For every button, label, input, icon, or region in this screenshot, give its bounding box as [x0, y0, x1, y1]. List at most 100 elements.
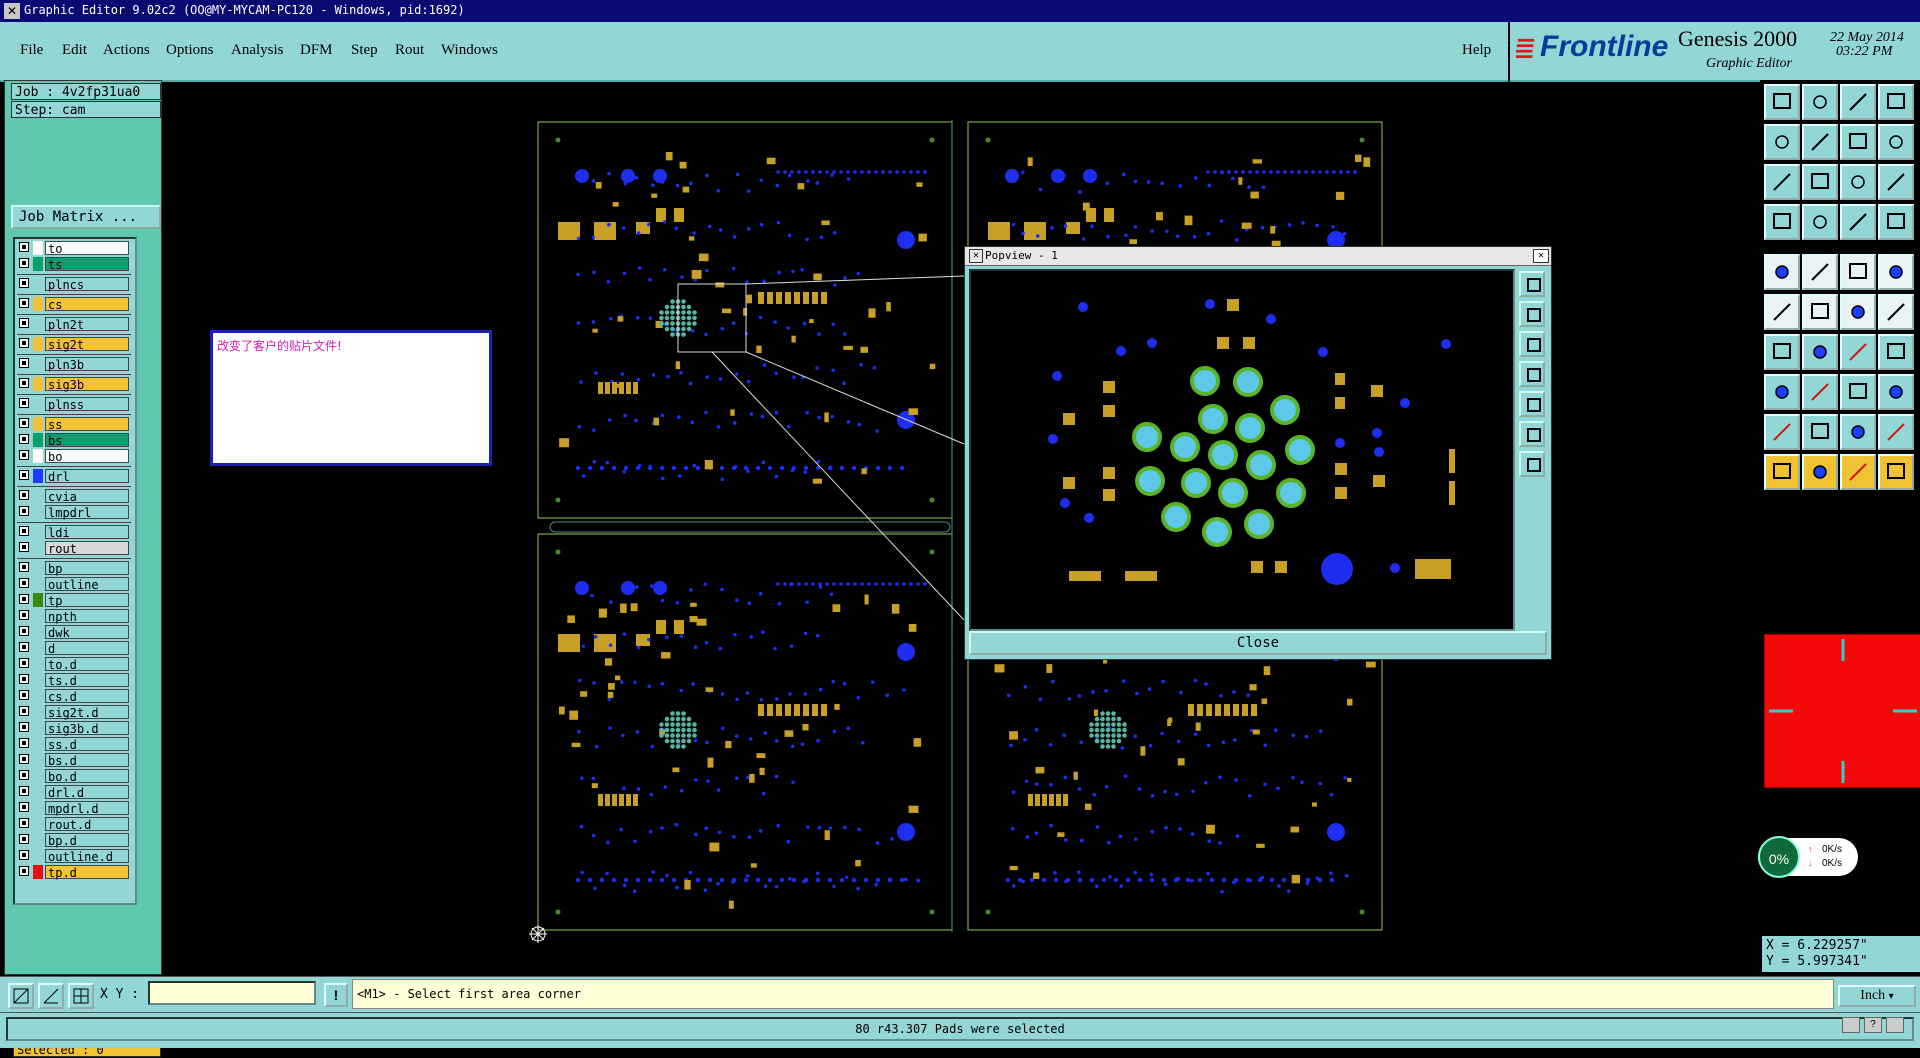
layer-row-drl-d[interactable]: drl.d [17, 785, 131, 800]
feature-icon[interactable] [1878, 374, 1914, 410]
layer-row-rout[interactable]: rout [17, 541, 131, 556]
layer-checkbox[interactable] [19, 738, 29, 748]
layer-down-icon[interactable] [1878, 204, 1914, 240]
layer-checkbox[interactable] [19, 866, 29, 876]
layer-checkbox[interactable] [19, 490, 29, 500]
layer-row-cvia[interactable]: cvia [17, 489, 131, 504]
layer-checkbox[interactable] [19, 450, 29, 460]
route-icon[interactable] [1878, 294, 1914, 330]
pointer-icon[interactable] [1764, 454, 1800, 490]
layer-row-tp[interactable]: tp [17, 593, 131, 608]
layer-checkbox[interactable] [19, 398, 29, 408]
layer-checkbox[interactable] [19, 378, 29, 388]
layer-row-cs-d[interactable]: cs.d [17, 689, 131, 704]
popview-home-icon[interactable] [1519, 421, 1545, 447]
grid-icon[interactable] [68, 983, 94, 1009]
layer-checkbox[interactable] [19, 834, 29, 844]
menu-actions[interactable]: Actions [103, 42, 150, 59]
clip-icon[interactable] [1802, 254, 1838, 290]
pen-icon[interactable] [1802, 334, 1838, 370]
popview-close-icon[interactable]: ✕ [1533, 249, 1549, 263]
layer-row-bs[interactable]: bs [17, 433, 131, 448]
layer-checkbox[interactable] [19, 818, 29, 828]
layer-row-bo[interactable]: bo [17, 449, 131, 464]
layer-checkbox[interactable] [19, 318, 29, 328]
layer-checkbox[interactable] [19, 526, 29, 536]
layer-checkbox[interactable] [19, 542, 29, 552]
layer-row-rout-d[interactable]: rout.d [17, 817, 131, 832]
layer-checkbox[interactable] [19, 298, 29, 308]
layer-row-outline-d[interactable]: outline.d [17, 849, 131, 864]
menu-file[interactable]: File [20, 42, 43, 59]
home-icon[interactable] [1840, 84, 1876, 120]
layer-checkbox[interactable] [19, 562, 29, 572]
ratio-icon[interactable] [1840, 164, 1876, 200]
layer-row-to[interactable]: to [17, 241, 131, 256]
layer-checkbox[interactable] [19, 594, 29, 604]
layer-row-bs-d[interactable]: bs.d [17, 753, 131, 768]
layer-row-bo-d[interactable]: bo.d [17, 769, 131, 784]
popview-pan-right-icon[interactable] [1519, 391, 1545, 417]
net-icon[interactable] [1764, 294, 1800, 330]
unit-selector[interactable]: Inch ▾ [1838, 985, 1916, 1007]
layer-row-sig3b[interactable]: sig3b [17, 377, 131, 392]
query-icon[interactable] [1878, 164, 1914, 200]
menu-edit[interactable]: Edit [62, 42, 87, 59]
layer-checkbox[interactable] [19, 578, 29, 588]
triangle-arrow-icon[interactable] [1802, 414, 1838, 450]
text-b-icon[interactable] [1878, 414, 1914, 450]
layer-row-tp-d[interactable]: tp.d [17, 865, 131, 880]
layer-checkbox[interactable] [19, 358, 29, 368]
layer-row-bp[interactable]: bp [17, 561, 131, 576]
zoom-left-icon[interactable] [1764, 124, 1800, 160]
pointer-move-icon[interactable] [1840, 454, 1876, 490]
layer-checkbox[interactable] [19, 258, 29, 268]
layer-row-d[interactable]: d [17, 641, 131, 656]
layer-checkbox[interactable] [19, 706, 29, 716]
layer-row-drl[interactable]: drl [17, 469, 131, 484]
popview-close-button[interactable]: Close [969, 631, 1547, 655]
layer-checkbox[interactable] [19, 470, 29, 480]
popview-canvas[interactable] [969, 269, 1515, 631]
measure-line-icon[interactable] [1802, 374, 1838, 410]
layer-checkbox[interactable] [19, 786, 29, 796]
popview-pan-left-icon[interactable] [1519, 361, 1545, 387]
center-icon[interactable] [1802, 164, 1838, 200]
text-a-icon[interactable] [1840, 414, 1876, 450]
note-box[interactable]: 改变了客户的贴片文件! [210, 330, 492, 466]
layer-row-pln3b[interactable]: pln3b [17, 357, 131, 372]
snap-icon[interactable] [8, 983, 34, 1009]
dimension-icon[interactable] [1840, 374, 1876, 410]
layer-row-sig2t-d[interactable]: sig2t.d [17, 705, 131, 720]
pointer-route-icon[interactable] [1878, 454, 1914, 490]
layer-row-ts[interactable]: ts [17, 257, 131, 272]
layer-row-bp-d[interactable]: bp.d [17, 833, 131, 848]
menu-step[interactable]: Step [351, 42, 378, 59]
layer-checkbox[interactable] [19, 610, 29, 620]
popview-title-bar[interactable]: ✕ Popview - 1 ✕ [965, 247, 1551, 266]
pad-icon[interactable] [1764, 374, 1800, 410]
menu-rout[interactable]: Rout [395, 42, 424, 59]
link-icon[interactable] [1840, 294, 1876, 330]
popview-zoom-in-icon[interactable] [1519, 301, 1545, 327]
zoom-right-icon[interactable] [1802, 124, 1838, 160]
help-icon[interactable]: ? [1864, 1017, 1882, 1033]
layer-checkbox[interactable] [19, 674, 29, 684]
fit-icon[interactable] [1764, 164, 1800, 200]
delete-icon[interactable] [1802, 294, 1838, 330]
layer-row-npth[interactable]: npth [17, 609, 131, 624]
menu-windows[interactable]: Windows [441, 42, 498, 59]
settings-icon[interactable] [1886, 1017, 1904, 1033]
job-matrix-button[interactable]: Job Matrix ... [11, 205, 161, 229]
mirror-icon[interactable] [1878, 124, 1914, 160]
layer-row-ss[interactable]: ss [17, 417, 131, 432]
layer-row-plnss[interactable]: plnss [17, 397, 131, 412]
popview-menu-icon[interactable]: ✕ [969, 249, 983, 263]
layer-checkbox[interactable] [19, 690, 29, 700]
step-back-icon[interactable] [1802, 84, 1838, 120]
layer-row-pln2t[interactable]: pln2t [17, 317, 131, 332]
layer-checkbox[interactable] [19, 434, 29, 444]
xy-input[interactable] [148, 981, 316, 1005]
step-forward-icon[interactable] [1764, 84, 1800, 120]
layer-row-sig2t[interactable]: sig2t [17, 337, 131, 352]
